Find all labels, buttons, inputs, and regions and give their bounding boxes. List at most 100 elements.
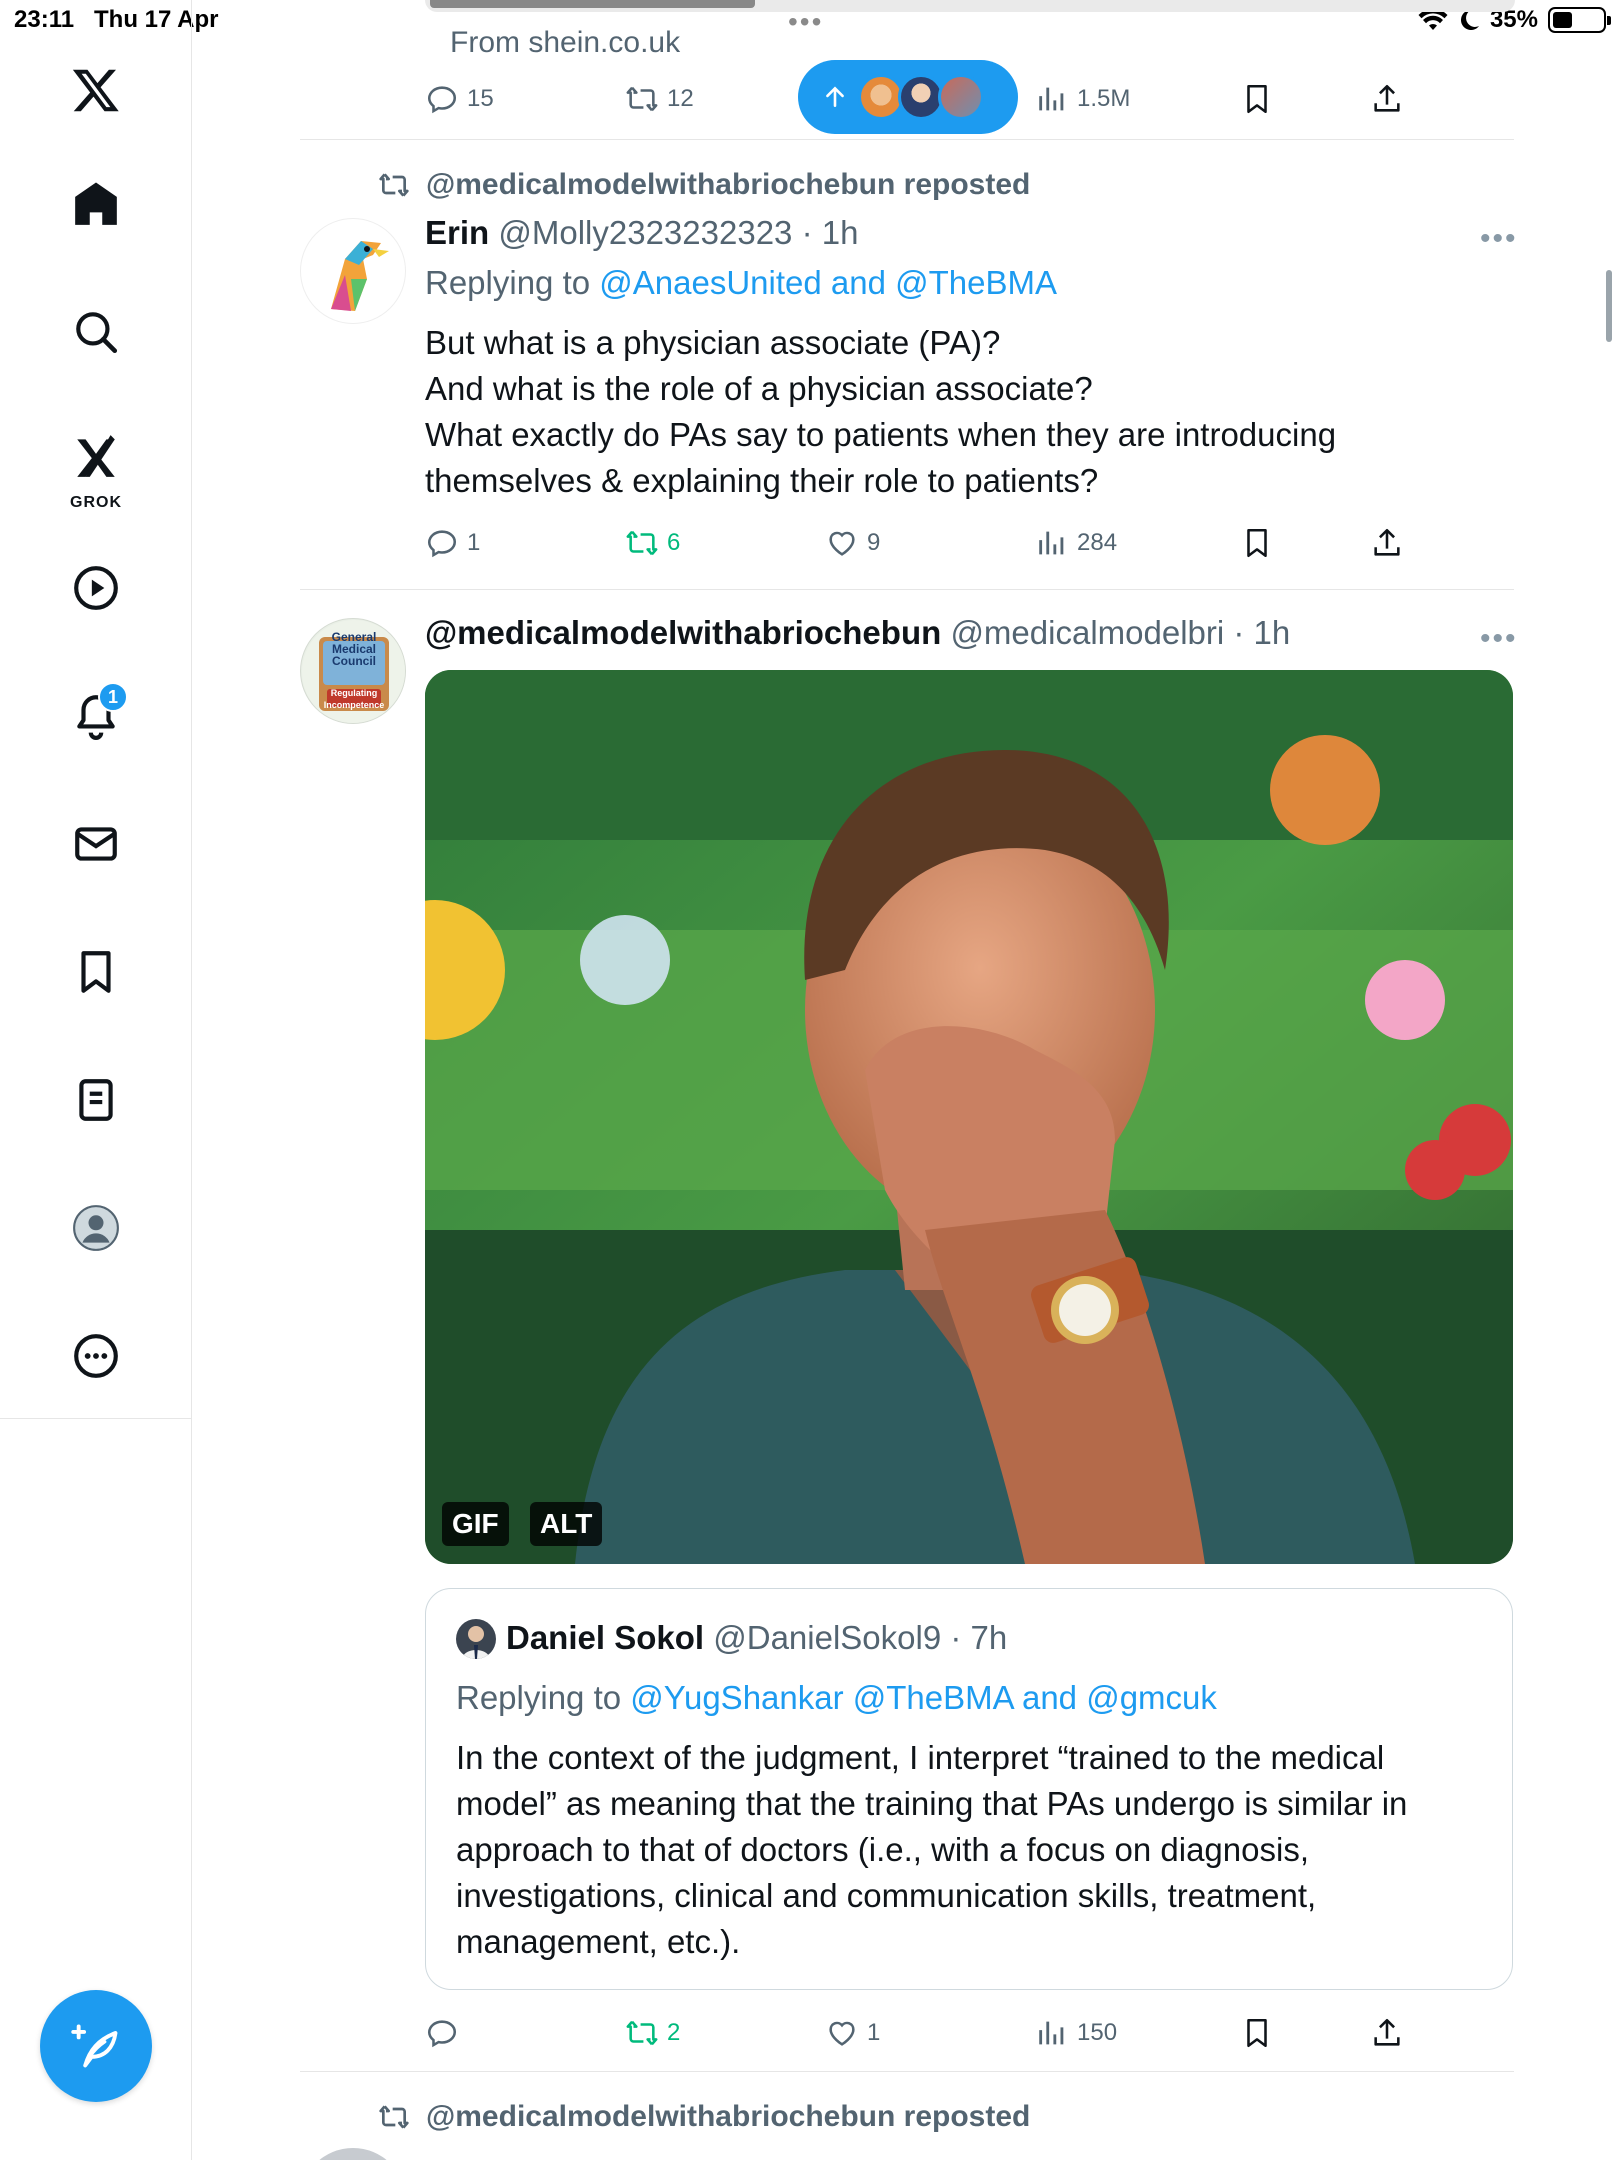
avatar-caption: General Medical Council Regulating Incom… xyxy=(301,631,405,711)
nav-home[interactable] xyxy=(58,166,134,242)
repost-indicator[interactable]: @medicalmodelwithabriochebun reposted xyxy=(378,168,1030,202)
avatar[interactable] xyxy=(300,2148,406,2160)
reply-button[interactable] xyxy=(425,2008,459,2058)
scrollbar-thumb[interactable] xyxy=(1606,270,1612,342)
nav-lists[interactable] xyxy=(58,1062,134,1138)
like-button[interactable]: 9 xyxy=(825,518,880,568)
bookmark-button[interactable] xyxy=(1240,2008,1274,2058)
avatar-caption-line: Regulating xyxy=(330,688,378,698)
quote-author: Daniel Sokol @DanielSokol9 · 7h xyxy=(506,1619,1007,1657)
nav-messages[interactable] xyxy=(58,806,134,882)
more-circle-icon xyxy=(74,1334,118,1378)
x-logo[interactable] xyxy=(58,52,134,128)
quote-avatar[interactable] xyxy=(456,1619,496,1659)
new-posts-pill[interactable] xyxy=(798,60,1018,134)
search-icon xyxy=(76,312,118,354)
share-button[interactable] xyxy=(1370,518,1404,568)
grok-label: GROK xyxy=(70,494,122,511)
feed-divider xyxy=(300,2071,1514,2072)
quote-replying-to-accounts[interactable]: @YugShankar @TheBMA and @gmcuk xyxy=(630,1679,1217,1716)
post2-actions: 2 1 150 xyxy=(425,2008,1515,2058)
views-count: 1.5M xyxy=(1077,85,1131,112)
gif-badge: GIF xyxy=(442,1502,509,1546)
feed-divider xyxy=(300,589,1514,590)
like-count: 1 xyxy=(867,2019,881,2046)
views-count: 150 xyxy=(1077,2019,1118,2046)
author-handle-time[interactable]: @Molly2323232323 · 1h xyxy=(498,214,858,251)
like-button[interactable]: 1 xyxy=(825,2008,880,2058)
reply-button[interactable]: 1 xyxy=(425,518,480,568)
compose-post-button[interactable] xyxy=(40,1990,152,2102)
share-icon xyxy=(1374,528,1400,556)
repost-icon xyxy=(626,530,658,556)
reposted-by-text: @medicalmodelwithabriochebun reposted xyxy=(426,168,1031,201)
avatar-caption-line: Council xyxy=(332,654,376,668)
author-handle-time[interactable]: @medicalmodelbri · 1h xyxy=(950,614,1290,651)
sidebar-nav: GROK 1 xyxy=(0,0,192,2160)
avatar[interactable]: General Medical Council Regulating Incom… xyxy=(300,618,406,724)
quote-author-name: Daniel Sokol xyxy=(506,1619,705,1656)
battery-icon xyxy=(1548,7,1611,33)
repost-count: 12 xyxy=(667,85,694,112)
link-card-image-edge xyxy=(430,0,755,8)
views-button[interactable]: 1.5M xyxy=(1035,74,1130,124)
repost-icon xyxy=(379,173,409,197)
gif-image-laughing-man xyxy=(425,670,1513,1564)
gif-media[interactable] xyxy=(425,670,1513,1564)
repost-icon xyxy=(379,2105,409,2129)
views-button[interactable]: 150 xyxy=(1035,2008,1117,2058)
reply-count: 1 xyxy=(467,529,481,556)
nav-notifications[interactable]: 1 xyxy=(58,678,134,754)
link-source[interactable]: From shein.co.uk xyxy=(450,26,680,60)
nav-videos[interactable] xyxy=(58,550,134,626)
pill-avatar-3 xyxy=(938,74,984,120)
repost-indicator[interactable]: @medicalmodelwithabriochebun reposted xyxy=(378,2100,1030,2134)
repost-icon xyxy=(626,2020,658,2046)
replying-to-accounts[interactable]: @AnaesUnited and @TheBMA xyxy=(599,264,1057,301)
share-button[interactable] xyxy=(1370,2008,1404,2058)
x-logo-icon xyxy=(72,69,119,112)
post1-actions: 1 6 9 284 xyxy=(425,518,1515,568)
heart-icon xyxy=(829,531,855,556)
post-more-button[interactable]: ••• xyxy=(1480,622,1518,656)
repost-button[interactable]: 2 xyxy=(625,2008,680,2058)
bookmark-icon xyxy=(81,951,111,993)
quote-author-handle-time: @DanielSokol9 · 7h xyxy=(713,1619,1008,1656)
bookmark-icon xyxy=(1247,2018,1267,2048)
avatar-caption-line: Incompetence xyxy=(323,700,385,710)
author-name[interactable]: @medicalmodelwithabriochebun xyxy=(425,614,941,651)
views-chart-icon xyxy=(1039,87,1064,111)
repost-icon xyxy=(626,86,658,112)
replying-to: Replying to @AnaesUnited and @TheBMA xyxy=(425,264,1057,302)
sidebar-divider xyxy=(0,1418,192,1419)
views-button[interactable]: 284 xyxy=(1035,518,1117,568)
share-icon xyxy=(1374,2018,1400,2046)
bookmark-button[interactable] xyxy=(1240,518,1274,568)
avatar[interactable] xyxy=(300,218,406,324)
share-button[interactable] xyxy=(1370,74,1404,124)
bookmark-icon xyxy=(1247,84,1267,114)
battery-fill xyxy=(1553,12,1572,28)
nav-search[interactable] xyxy=(58,294,134,370)
nav-profile[interactable] xyxy=(58,1190,134,1266)
views-count: 284 xyxy=(1077,529,1118,556)
repost-button[interactable]: 6 xyxy=(625,518,680,568)
feed-divider xyxy=(300,139,1514,140)
repost-button[interactable]: 12 xyxy=(625,74,694,124)
quoted-post[interactable]: Daniel Sokol @DanielSokol9 · 7h Replying… xyxy=(425,1588,1513,1990)
nav-bookmarks[interactable] xyxy=(58,934,134,1010)
bookmark-button[interactable] xyxy=(1240,74,1274,124)
arrow-up-icon xyxy=(826,86,844,107)
post-text: But what is a physician associate (PA)? … xyxy=(425,324,1337,499)
grok-icon xyxy=(77,435,115,477)
nav-grok[interactable]: GROK xyxy=(58,420,134,511)
compose-quill-icon xyxy=(71,2024,118,2068)
author-name[interactable]: Erin xyxy=(425,214,489,251)
list-icon xyxy=(79,1079,113,1121)
reply-button[interactable]: 15 xyxy=(425,74,494,124)
alt-text-button[interactable]: ALT xyxy=(530,1502,603,1546)
home-icon xyxy=(75,182,117,225)
nav-more[interactable] xyxy=(58,1318,134,1394)
post-more-button[interactable]: ••• xyxy=(1480,222,1518,256)
repost-count: 2 xyxy=(667,2019,681,2046)
